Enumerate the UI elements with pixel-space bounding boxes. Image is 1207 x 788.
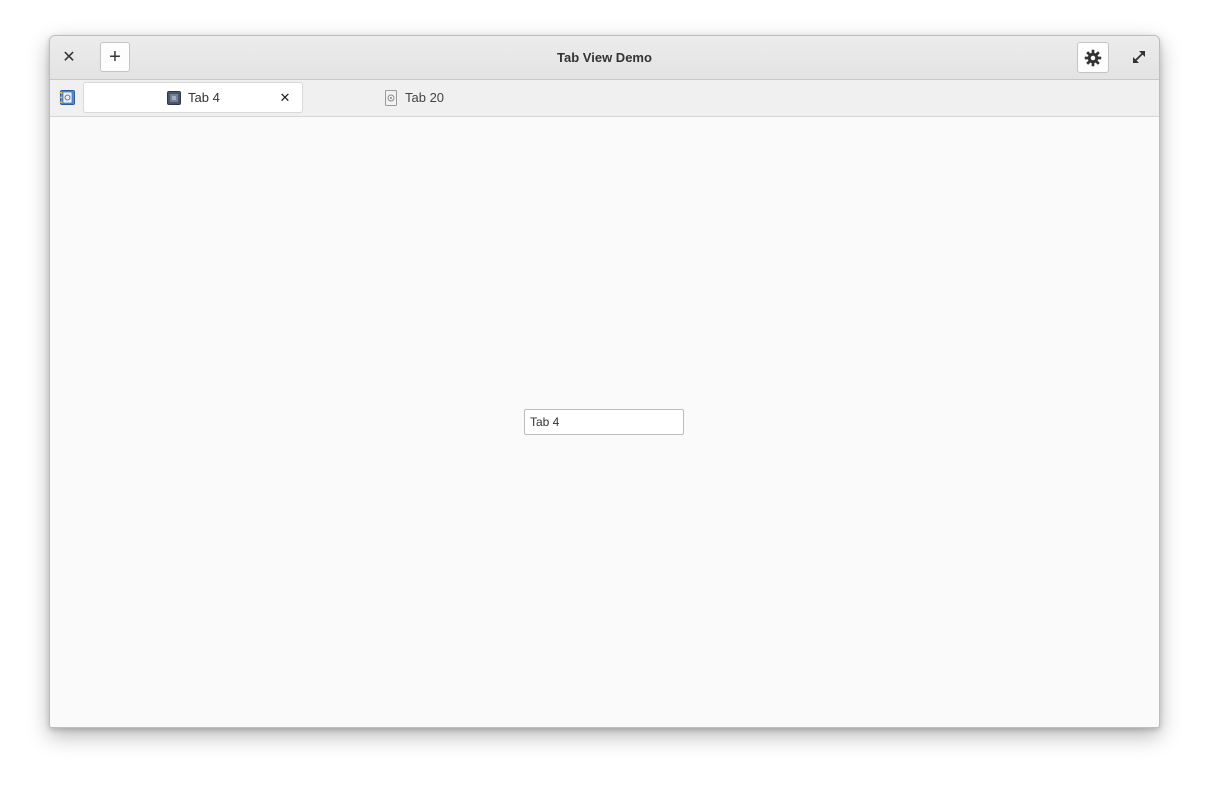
tab-20[interactable]: Tab 20 [350,82,550,113]
tab-label: Tab 20 [405,90,445,105]
close-icon: ✕ [62,49,76,66]
tab-overview-button[interactable] [59,89,76,106]
image-icon [167,91,181,105]
maximize-icon [1133,51,1145,63]
tab-title-entry[interactable] [524,409,684,435]
tab-close-button[interactable]: ✕ [277,90,293,106]
window-title: Tab View Demo [557,50,652,65]
tab-label: Tab 4 [188,90,220,105]
new-tab-button[interactable]: + [100,42,130,72]
header-bar: ✕ + Tab View Demo [50,36,1159,80]
tab-4[interactable]: Tab 4 ✕ [83,82,303,113]
app-window: ✕ + Tab View Demo Tab 4 ✕ Tab 20 Tab 4 [49,35,1160,728]
settings-button[interactable] [1077,42,1109,73]
gear-icon [1084,49,1102,66]
document-icon [385,90,397,106]
tab-content [50,117,1159,727]
window-close-button[interactable]: ✕ [58,44,80,70]
maximize-button[interactable] [1128,46,1150,68]
tab-bar: Tab 4 ✕ Tab 20 [50,80,1159,117]
notebook-icon [59,90,75,105]
close-icon: ✕ [279,90,291,105]
